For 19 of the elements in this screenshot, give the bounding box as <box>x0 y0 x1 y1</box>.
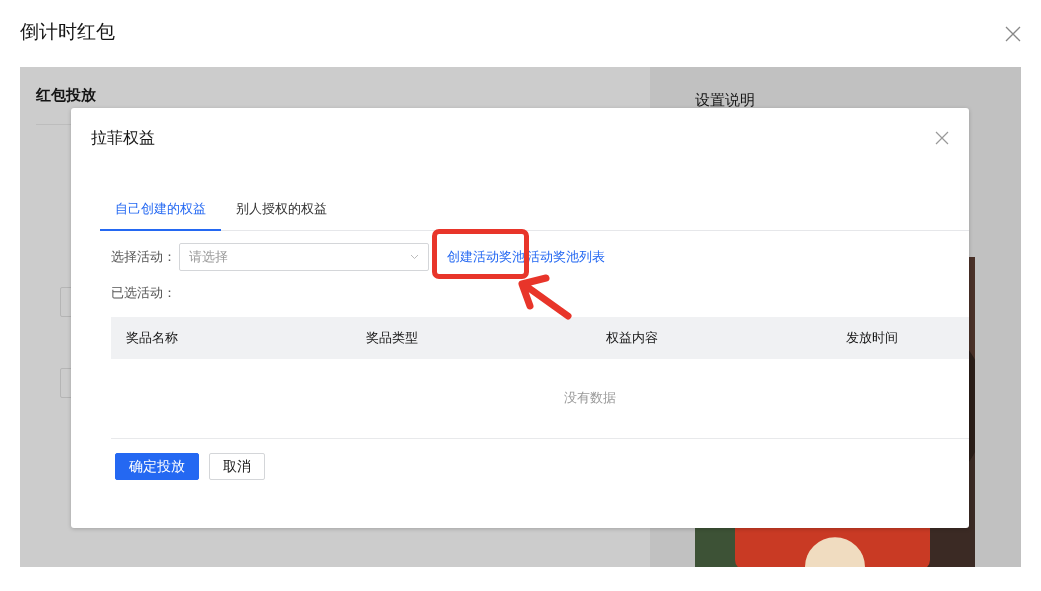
window-title: 倒计时红包 <box>20 20 115 44</box>
column-header: 奖品名称 <box>125 329 179 347</box>
panel-heading: 设置说明 <box>695 89 756 110</box>
cancel-button[interactable]: 取消 <box>209 453 265 480</box>
tab[interactable]: 别人授权的权益 <box>221 201 342 231</box>
column-header: 权益内容 <box>605 329 659 347</box>
column-header: 发放时间 <box>845 329 899 347</box>
tab[interactable]: 自己创建的权益 <box>100 201 221 231</box>
field-label: 已选活动： <box>111 284 177 302</box>
chevron-down-icon <box>410 254 419 260</box>
link[interactable]: 创建活动奖池 <box>447 248 525 266</box>
confirm-button[interactable]: 确定投放 <box>115 453 199 480</box>
close-icon[interactable] <box>1005 25 1021 42</box>
close-icon[interactable] <box>935 131 949 145</box>
column-header: 奖品类型 <box>365 329 419 347</box>
dialog-title: 拉菲权益 <box>91 127 155 148</box>
empty-text: 没有数据 <box>564 390 616 407</box>
field-label: 选择活动： <box>111 248 177 266</box>
activity-select[interactable]: 请选择 <box>179 243 429 271</box>
